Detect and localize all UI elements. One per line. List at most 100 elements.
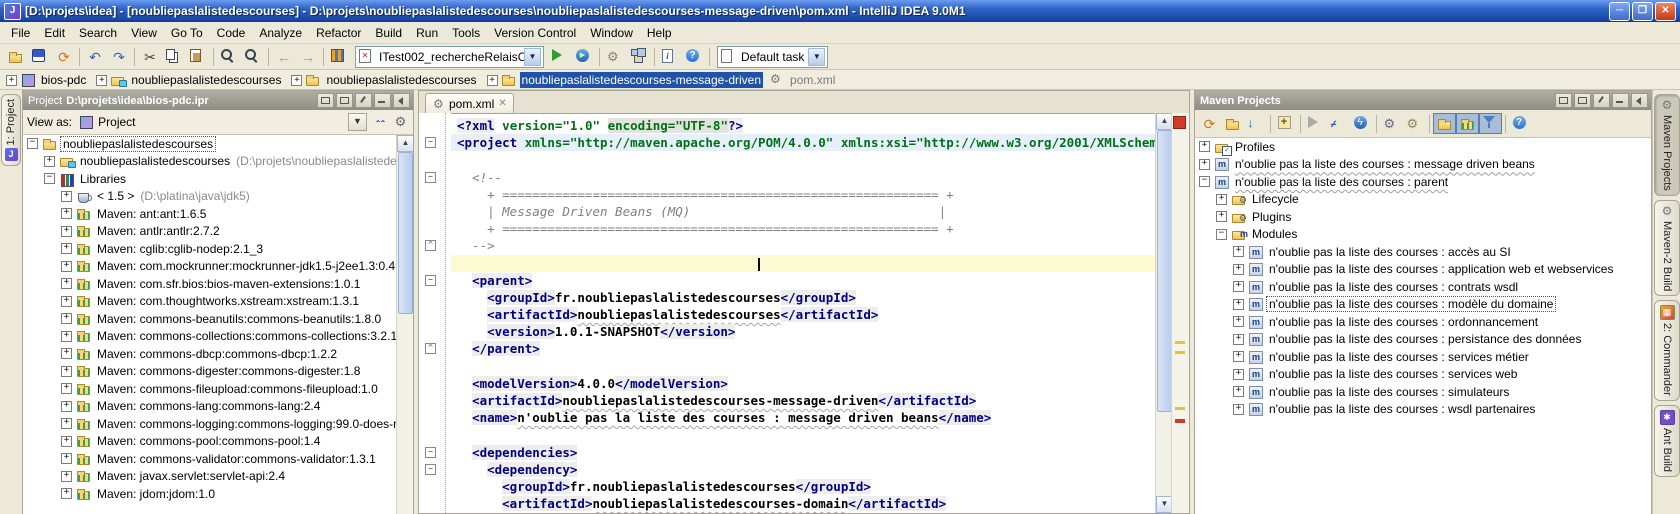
expand-icon[interactable]: + — [44, 156, 55, 167]
tree-item-n-oublie-pas-la-liste-des-courses-application-web-et-webservices[interactable]: +n'oublie pas la liste des courses : app… — [1195, 261, 1651, 279]
stripe-button-ant-build[interactable]: ✱Ant Build — [1654, 405, 1680, 477]
code-line[interactable]: <!-- — [451, 169, 1156, 186]
task-combo[interactable]: Default task▼ — [717, 46, 828, 68]
pin-button[interactable] — [355, 93, 372, 108]
collapse-icon[interactable]: − — [1216, 229, 1227, 240]
maximize-window-button[interactable]: ❐ — [1632, 2, 1653, 21]
tree-item-maven-com-sfr-bios-bios-maven-extensions-1-0-1[interactable]: +Maven: com.sfr.bios:bios-maven-extensio… — [23, 275, 413, 293]
code-line[interactable]: + ======================================… — [451, 220, 1156, 237]
expand-icon[interactable]: + — [61, 278, 72, 289]
update-folders-button[interactable] — [1221, 113, 1244, 134]
tree-item-n-oublie-pas-la-liste-des-courses-services-web[interactable]: +n'oublie pas la liste des courses : ser… — [1195, 366, 1651, 384]
code-line-current[interactable] — [451, 255, 1156, 272]
fold-end-icon[interactable]: ^ — [425, 343, 436, 354]
tree-item-maven-commons-collections-commons-collections-3-2-1[interactable]: +Maven: commons-collections:commons-coll… — [23, 328, 413, 346]
tree-item-n-oublie-pas-la-liste-des-courses-parent[interactable]: −n'oublie pas la liste des courses : par… — [1195, 173, 1651, 191]
build-settings-button[interactable] — [1380, 113, 1403, 134]
menu-refactor[interactable]: Refactor — [309, 24, 368, 42]
paste-button[interactable] — [186, 46, 210, 68]
menu-view[interactable]: View — [124, 24, 164, 42]
expand-icon[interactable]: + — [1233, 299, 1244, 310]
code-line[interactable]: <artifactId>noubliepaslalistedescourses<… — [451, 306, 1156, 323]
breadcrumb-noubliepaslalistedescourses-message-driven[interactable]: noubliepaslalistedescourses-message-driv… — [485, 72, 763, 88]
collapse-icon[interactable]: − — [27, 138, 38, 149]
expand-icon[interactable]: + — [1233, 264, 1244, 275]
expand-icon[interactable]: + — [61, 418, 72, 429]
menu-help[interactable]: Help — [640, 24, 679, 42]
expand-icon[interactable]: + — [1216, 211, 1227, 222]
tree-item-profiles[interactable]: +Profiles — [1195, 138, 1651, 156]
code-line[interactable]: <dependencies> — [451, 444, 1156, 461]
view-dropdown-button[interactable]: ▼ — [348, 113, 367, 131]
show-basic-phases-button[interactable] — [1433, 113, 1456, 134]
code-line[interactable]: | Message Driven Beans (MQ) | — [451, 203, 1156, 220]
tab-pom-xml[interactable]: pom.xml ✕ — [425, 93, 514, 113]
breadcrumb-bios-pdc[interactable]: bios-pdc — [4, 72, 88, 88]
fold-collapse-icon[interactable]: − — [425, 447, 436, 458]
copy-button[interactable] — [162, 46, 186, 68]
execute-goal-button[interactable] — [1350, 113, 1373, 134]
tree-item-n-oublie-pas-la-liste-des-courses-message-driven-beans[interactable]: +n'oublie pas la liste des courses : mes… — [1195, 156, 1651, 174]
expand-icon[interactable]: + — [1233, 404, 1244, 415]
expand-icon[interactable]: + — [61, 313, 72, 324]
breadcrumb-noubliepaslalistedescourses[interactable]: noubliepaslalistedescourses — [94, 72, 283, 88]
stripe-button-maven-2-build[interactable]: ⚙Maven-2 Build — [1654, 200, 1680, 296]
code-line[interactable]: <groupId>fr.noubliepaslalistedescourses<… — [451, 289, 1156, 306]
add-maven-project-button[interactable] — [1274, 113, 1297, 134]
code-line[interactable]: <artifactId>noubliepaslalistedescourses-… — [451, 392, 1156, 409]
table-view-button[interactable] — [327, 46, 351, 68]
tree-item-n-oublie-pas-la-liste-des-courses-contrats-wsdl[interactable]: +n'oublie pas la liste des courses : con… — [1195, 278, 1651, 296]
scrollbar-thumb[interactable] — [1157, 130, 1172, 412]
fold-collapse-icon[interactable]: − — [425, 137, 436, 148]
expand-icon[interactable]: + — [61, 243, 72, 254]
back-button[interactable]: ← — [272, 46, 296, 68]
warning-mark[interactable] — [1175, 407, 1185, 410]
view-as-value[interactable]: Project — [98, 115, 135, 129]
expand-icon[interactable]: + — [61, 191, 72, 202]
fold-collapse-icon[interactable]: − — [425, 464, 436, 475]
replace-button[interactable] — [241, 46, 265, 68]
fold-end-icon[interactable]: ^ — [425, 240, 436, 251]
error-stripe[interactable] — [1171, 113, 1189, 513]
project-tree-scrollbar[interactable]: ▲ — [396, 135, 413, 514]
code-line[interactable]: <dependency> — [451, 461, 1156, 478]
menu-search[interactable]: Search — [72, 24, 124, 42]
minimize-panel-button[interactable] — [1612, 93, 1629, 108]
code-line[interactable]: <groupId>fr.noubliepaslalistedescourses<… — [451, 478, 1156, 495]
expand-icon[interactable]: + — [1199, 159, 1210, 170]
combo-dropdown-arrow-icon[interactable]: ▼ — [808, 48, 825, 66]
tree-item-n-oublie-pas-la-liste-des-courses-simulateurs[interactable]: +n'oublie pas la liste des courses : sim… — [1195, 383, 1651, 401]
tree-item-libraries[interactable]: −Libraries — [23, 170, 413, 188]
fold-collapse-icon[interactable]: − — [425, 172, 436, 183]
forward-button[interactable]: → — [296, 46, 320, 68]
project-settings-gear-icon[interactable]: ⚙ — [392, 114, 409, 130]
collapse-icon[interactable]: − — [1199, 176, 1210, 187]
expand-icon[interactable]: + — [1199, 141, 1210, 152]
warning-mark[interactable] — [1175, 351, 1185, 354]
combo-dropdown-arrow-icon[interactable]: ▼ — [524, 48, 541, 66]
tree-item-maven-commons-logging-commons-logging-99-0-does-not-exist[interactable]: +Maven: commons-logging:commons-logging:… — [23, 415, 413, 433]
collapse-all-icon[interactable] — [371, 114, 388, 130]
run-configuration-combo[interactable]: ITest002_rechercheRelaisColis▼ — [355, 46, 544, 68]
menu-analyze[interactable]: Analyze — [252, 24, 309, 42]
code-line[interactable]: <modelVersion>4.0.0</modelVersion> — [451, 375, 1156, 392]
menu-window[interactable]: Window — [583, 24, 640, 42]
code-line[interactable]: <project xmlns="http://maven.apache.org/… — [451, 134, 1156, 151]
close-tab-icon[interactable]: ✕ — [498, 98, 506, 109]
expand-icon[interactable]: + — [61, 348, 72, 359]
help-button[interactable] — [682, 46, 706, 68]
code-area[interactable]: <?xml version="1.0" encoding="UTF-8"?><p… — [451, 113, 1156, 513]
run-build-button[interactable] — [1304, 113, 1327, 134]
settings-button[interactable] — [603, 46, 627, 68]
close-window-button[interactable]: ✕ — [1655, 2, 1676, 21]
tree-item-maven-commons-lang-commons-lang-2-4[interactable]: +Maven: commons-lang:commons-lang:2.4 — [23, 398, 413, 416]
menu-tools[interactable]: Tools — [445, 24, 487, 42]
expand-icon[interactable]: + — [61, 453, 72, 464]
tree-item-plugins[interactable]: +Plugins — [1195, 208, 1651, 226]
editor-scrollbar[interactable]: ▲ ▼ — [1155, 113, 1172, 513]
expand-icon[interactable]: + — [61, 366, 72, 377]
minimize-panel-button[interactable] — [374, 93, 391, 108]
tree-item-n-oublie-pas-la-liste-des-courses-mod-le-du-domaine[interactable]: +n'oublie pas la liste des courses : mod… — [1195, 296, 1651, 314]
expand-icon[interactable]: + — [61, 331, 72, 342]
menu-go-to[interactable]: Go To — [164, 24, 210, 42]
